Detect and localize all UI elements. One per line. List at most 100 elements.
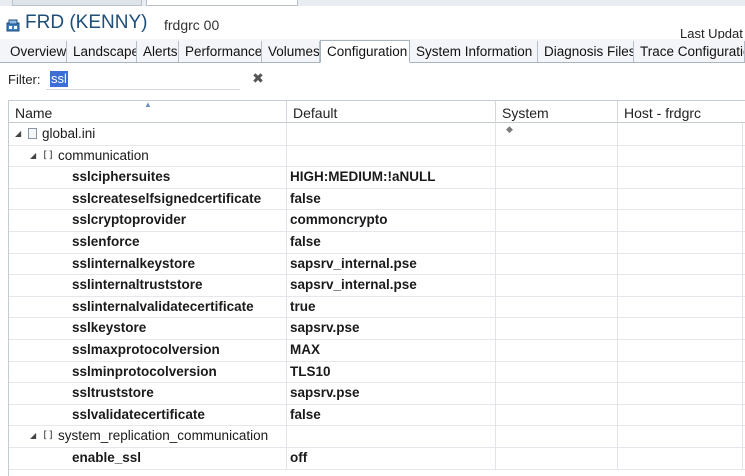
tab-system-information[interactable]: System Information	[410, 41, 538, 62]
tree-row-file[interactable]: ◢ global.ini ◆	[9, 123, 745, 146]
param-default: false	[287, 231, 496, 253]
param-default: true	[287, 295, 496, 318]
param-default: commoncrypto	[287, 209, 496, 231]
host-cell	[618, 403, 743, 426]
host-cell	[618, 252, 743, 275]
param-default: sapsrv_internal.pse	[287, 252, 496, 275]
system-cell	[496, 360, 618, 383]
section-name: system_replication_communication	[58, 428, 269, 444]
system-cell	[496, 382, 618, 404]
host-cell	[618, 360, 743, 383]
collapse-icon[interactable]: ◢	[15, 123, 21, 144]
host-cell	[618, 144, 743, 167]
system-title: FRD (KENNY)	[25, 12, 148, 33]
table-row[interactable]: enable_ssl off	[9, 447, 745, 470]
param-name: sslinternalvalidatecertificate	[72, 298, 254, 314]
name-cell: ◢ [] communication	[9, 144, 287, 167]
system-cell	[496, 274, 618, 296]
table-row[interactable]: sslmaxprotocolversion MAX	[9, 339, 745, 362]
param-name: ssltruststore	[72, 385, 154, 401]
host-cell	[618, 447, 743, 469]
table-row[interactable]: sslciphersuites HIGH:MEDIUM:!aNULL	[9, 166, 745, 189]
system-cell	[496, 144, 618, 167]
column-header-name[interactable]: Name ▲	[9, 101, 287, 123]
column-header-name-label: Name	[15, 105, 53, 121]
host-cell	[618, 231, 743, 253]
name-cell: ◢ global.ini	[9, 123, 287, 145]
system-cell	[496, 187, 618, 210]
host-cell	[618, 166, 743, 188]
filter-input[interactable]	[46, 68, 240, 90]
tab-overview[interactable]: Overview	[4, 41, 67, 62]
param-name: sslinternaltruststore	[72, 277, 203, 293]
param-name: sslminprotocolversion	[72, 363, 217, 379]
param-name: enable_ssl	[72, 450, 142, 465]
system-cell	[496, 425, 618, 447]
param-default: sapsrv.pse	[287, 317, 496, 339]
param-name: sslmaxprotocolversion	[72, 342, 220, 357]
host-cell	[618, 123, 743, 145]
param-default: sapsrv_internal.pse	[287, 274, 496, 296]
section-icon: []	[42, 149, 55, 161]
tab-trace-configuration[interactable]: Trace Configuratio	[634, 41, 745, 62]
tree-row-section[interactable]: ◢ [] system_replication_communication	[9, 425, 745, 448]
tab-diagnosis-files[interactable]: Diagnosis Files	[538, 41, 634, 62]
system-cell	[496, 339, 618, 361]
table-row[interactable]: sslenforce false	[9, 231, 745, 254]
table-row[interactable]: sslvalidatecertificate false	[9, 403, 745, 427]
system-subtitle: frdgrc 00	[164, 17, 220, 33]
table-row[interactable]: sslkeystore sapsrv.pse	[9, 317, 745, 340]
column-header-default[interactable]: Default	[287, 101, 496, 123]
table-row[interactable]: ssltruststore sapsrv.pse	[9, 382, 745, 405]
collapse-icon[interactable]: ◢	[30, 145, 36, 166]
inherited-marker-icon: ◆	[506, 124, 513, 134]
column-header-system[interactable]: System	[496, 101, 618, 123]
system-cell	[496, 209, 618, 231]
param-default: MAX	[287, 339, 496, 361]
sort-ascending-icon: ▲	[144, 100, 152, 109]
default-cell	[287, 425, 496, 447]
system-header: FRD (KENNY) frdgrc 00 Last Updat	[0, 6, 745, 41]
clear-filter-icon[interactable]: ✖	[251, 71, 265, 85]
table-row[interactable]: sslcreateselfsignedcertificate false	[9, 187, 745, 211]
host-cell	[618, 317, 743, 339]
param-default: false	[287, 403, 496, 426]
param-default: sapsrv.pse	[287, 382, 496, 404]
table-row[interactable]: sslinternaltruststore sapsrv_internal.ps…	[9, 274, 745, 297]
param-name: sslinternalkeystore	[72, 255, 196, 271]
tab-alerts[interactable]: Alerts	[137, 41, 179, 62]
column-header-host[interactable]: Host - frdgrc	[618, 101, 745, 123]
table-row[interactable]: sslcryptoprovider commoncrypto	[9, 209, 745, 232]
host-cell	[618, 295, 743, 318]
host-cell	[618, 425, 743, 447]
table-row[interactable]: sslinternalvalidatecertificate true	[9, 295, 745, 319]
system-cell	[496, 166, 618, 188]
tab-landscape[interactable]: Landscape	[67, 41, 137, 62]
host-cell	[618, 339, 743, 361]
editor-tabs: Overview Landscape Alerts Performance Vo…	[0, 39, 745, 63]
param-name: sslciphersuites	[72, 169, 171, 185]
name-cell: ◢ [] system_replication_communication	[9, 425, 287, 447]
param-default: HIGH:MEDIUM:!aNULL	[287, 166, 496, 188]
filter-label: Filter:	[8, 72, 41, 87]
param-name: sslvalidatecertificate	[72, 406, 205, 422]
collapse-icon[interactable]: ◢	[30, 425, 36, 446]
system-cell	[496, 403, 618, 426]
configuration-table: Name ▲ Default System Host - frdgrc ◢ gl…	[8, 100, 745, 476]
tab-volumes[interactable]: Volumes	[262, 41, 320, 62]
filter-value: ssl	[50, 71, 68, 87]
tab-configuration[interactable]: Configuration	[320, 40, 410, 63]
table-row[interactable]: sslinternalkeystore sapsrv_internal.pse	[9, 252, 745, 276]
section-name: communication	[58, 147, 149, 163]
file-name: global.ini	[42, 126, 96, 141]
tree-row-section[interactable]: ◢ [] communication	[9, 144, 745, 168]
table-row[interactable]: sslminprotocolversion TLS10	[9, 360, 745, 384]
system-cell	[496, 231, 618, 253]
filter-bar: Filter: ssl ✖	[0, 63, 745, 95]
default-cell	[287, 144, 496, 167]
host-cell	[618, 187, 743, 210]
file-icon	[28, 128, 37, 139]
param-default: TLS10	[287, 360, 496, 383]
param-default: false	[287, 187, 496, 210]
tab-performance[interactable]: Performance	[179, 41, 262, 62]
